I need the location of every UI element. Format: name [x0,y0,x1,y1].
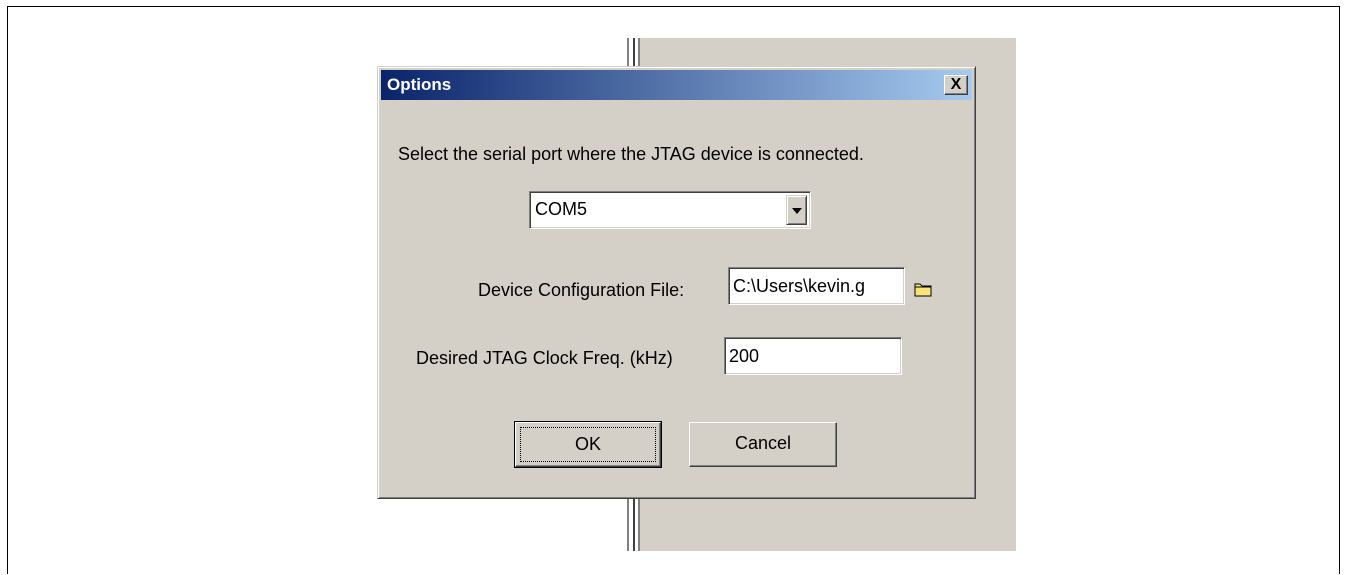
close-icon: X [950,76,962,93]
port-prompt: Select the serial port where the JTAG de… [398,144,864,164]
config-file-input[interactable]: C:\Users\kevin.g [728,267,905,305]
serial-port-select[interactable]: COM5 [529,191,811,229]
config-file-value: C:\Users\kevin.g [733,276,866,296]
serial-port-value: COM5 [535,199,588,219]
title-bar[interactable]: Options X [381,70,972,100]
ok-label: OK [520,427,656,462]
options-dialog: Options X Select the serial port where t… [377,66,976,499]
ok-button[interactable]: OK [514,421,662,468]
close-button[interactable]: X [944,75,968,95]
dropdown-button[interactable] [786,195,807,225]
config-file-label: Device Configuration File: [478,280,685,300]
clock-freq-value: 200 [729,346,760,366]
dialog-title: Options [387,75,452,94]
clock-freq-label: Desired JTAG Clock Freq. (kHz) [416,348,673,368]
dropdown-arrow-icon [792,208,802,214]
clock-freq-input[interactable]: 200 [724,337,902,375]
cancel-button[interactable]: Cancel [689,422,837,467]
folder-icon[interactable] [914,281,934,297]
